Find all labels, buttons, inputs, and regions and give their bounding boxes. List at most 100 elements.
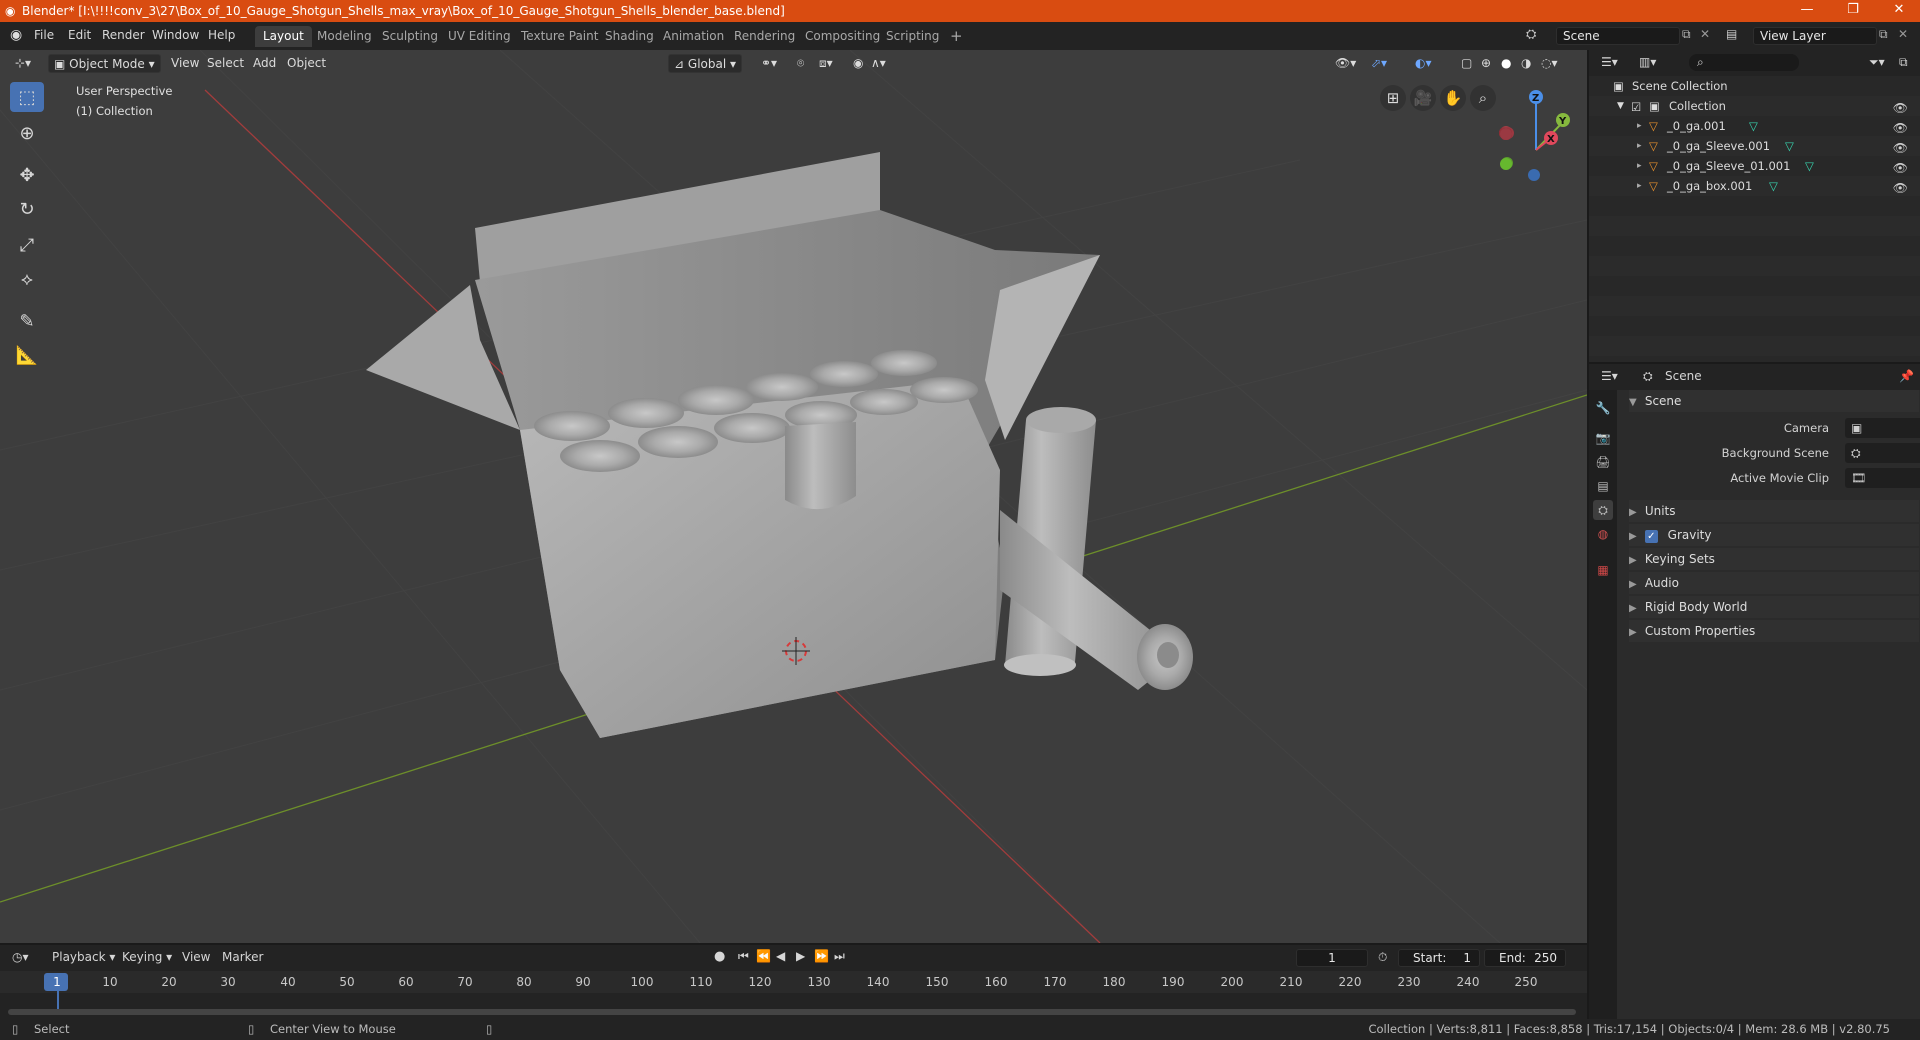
eye-icon[interactable]: 👁 — [1893, 98, 1908, 118]
outliner-item[interactable]: ▸ ▽ _0_ga_box.001 ▽ 👁 — [1589, 176, 1920, 196]
timeline-menu-view[interactable]: View — [182, 950, 210, 964]
new-view-layer-icon[interactable]: ⧉ — [1879, 27, 1888, 42]
xray-toggle-icon[interactable]: ▢ — [1456, 54, 1477, 73]
tab-sculpting[interactable]: Sculpting — [374, 26, 446, 47]
outliner-editor-icon[interactable]: ☰▾ — [1601, 55, 1618, 69]
tab-shading[interactable]: Shading — [597, 26, 662, 47]
jump-keyframe-forward-icon[interactable]: ⏩ — [814, 949, 829, 963]
falloff-icon[interactable]: ∧▾ — [866, 54, 891, 73]
units-panel-header[interactable]: ▶ Units — [1629, 500, 1919, 522]
material-shading-icon[interactable]: ◑ — [1516, 54, 1536, 73]
menu-file[interactable]: File — [34, 28, 54, 42]
outliner-item[interactable]: ▸ ▽ _0_ga.001 ▽ 👁 — [1589, 116, 1920, 136]
measure-tool[interactable]: 📐 — [10, 340, 44, 370]
scene-selector-icon[interactable]: ⛭ — [1526, 27, 1536, 42]
annotate-tool[interactable]: ✎ — [10, 306, 44, 336]
toggle-camera-ortho-button[interactable]: ⊞ — [1380, 85, 1406, 111]
expand-arrow-icon[interactable]: ▸ — [1637, 156, 1642, 176]
tool-tab-icon[interactable]: 🔧 — [1593, 398, 1613, 418]
overlays-toggle-icon[interactable]: ◐▾ — [1410, 54, 1437, 73]
gizmo-toggle-icon[interactable]: ⬀▾ — [1366, 54, 1392, 73]
viewport-menu-select[interactable]: Select — [202, 54, 249, 73]
record-icon[interactable]: ● — [714, 949, 725, 964]
new-collection-icon[interactable]: ⧉ — [1899, 55, 1908, 70]
current-frame-field[interactable]: 1 — [1296, 949, 1368, 967]
zoom-view-button[interactable]: ⌕ — [1470, 85, 1496, 111]
tab-modeling[interactable]: Modeling — [309, 26, 380, 47]
solid-shading-icon[interactable]: ● — [1496, 54, 1516, 73]
render-tab-icon[interactable]: 📷 — [1593, 428, 1613, 448]
menu-help[interactable]: Help — [208, 28, 235, 42]
viewport-menu-add[interactable]: Add — [248, 54, 281, 73]
view-layer-icon[interactable]: ▤ — [1726, 27, 1737, 41]
new-scene-icon[interactable]: ⧉ — [1682, 27, 1691, 42]
outliner-item[interactable]: ▸ ▽ _0_ga_Sleeve.001 ▽ 👁 — [1589, 136, 1920, 156]
stopwatch-icon[interactable]: ⏱ — [1378, 950, 1387, 965]
gravity-checkbox[interactable]: ✓ — [1644, 530, 1658, 543]
play-icon[interactable]: ▶ — [796, 949, 805, 963]
tab-texture-paint[interactable]: Texture Paint — [513, 26, 606, 47]
visibility-icon[interactable]: 👁▾ — [1330, 54, 1361, 73]
cursor-tool[interactable]: ⊕ — [10, 118, 44, 148]
transform-orientation-dropdown[interactable]: ⊿ Global ▾ — [668, 54, 743, 73]
output-tab-icon[interactable]: 🖨 — [1593, 452, 1613, 472]
collection-checkbox[interactable]: ☑ — [1631, 97, 1641, 117]
maximize-button[interactable]: ❐ — [1830, 0, 1876, 22]
snap-icon[interactable]: ⌾ — [792, 54, 809, 73]
rigid-body-world-panel-header[interactable]: ▶ Rigid Body World — [1629, 596, 1919, 618]
snap-target-icon[interactable]: ⧈▾ — [814, 54, 838, 73]
tab-uv-editing[interactable]: UV Editing — [440, 26, 519, 47]
scene-name-field[interactable]: Scene — [1556, 27, 1680, 45]
filter-icon[interactable]: ⏷▾ — [1869, 55, 1885, 70]
camera-field[interactable]: ▣✒ — [1845, 418, 1920, 438]
background-scene-field[interactable]: ⛭ — [1845, 443, 1920, 463]
properties-editor-icon[interactable]: ☰▾ — [1601, 369, 1618, 383]
eye-icon[interactable]: 👁 — [1893, 178, 1908, 198]
eye-icon[interactable]: 👁 — [1893, 158, 1908, 178]
navigation-gizmo[interactable]: Y Z X — [1499, 90, 1570, 181]
menu-edit[interactable]: Edit — [68, 28, 91, 42]
jump-start-icon[interactable]: ⏮ — [738, 949, 749, 964]
rendered-shading-icon[interactable]: ◌▾ — [1536, 54, 1563, 73]
editor-type-icon[interactable]: ⊹▾ — [10, 54, 36, 73]
timeline-menu-marker[interactable]: Marker — [222, 950, 263, 964]
tab-compositing[interactable]: Compositing — [797, 26, 888, 47]
transform-tool[interactable]: ⟡ — [10, 264, 44, 294]
world-tab-icon[interactable]: ◍ — [1593, 524, 1613, 544]
scale-tool[interactable]: ⤢ — [10, 230, 44, 260]
start-frame-field[interactable]: Start: 1 — [1398, 949, 1480, 967]
wireframe-shading-icon[interactable]: ⊕ — [1476, 54, 1496, 73]
audio-panel-header[interactable]: ▶ Audio — [1629, 572, 1919, 594]
rotate-tool[interactable]: ↻ — [10, 194, 44, 224]
custom-properties-panel-header[interactable]: ▶ Custom Properties — [1629, 620, 1919, 642]
texture-tab-icon[interactable]: ▦ — [1593, 560, 1613, 580]
3d-viewport[interactable]: Y Z X ⊹▾ ▣ Object Mode ▾ View Select Add… — [0, 50, 1587, 943]
play-reverse-icon[interactable]: ◀ — [776, 949, 785, 963]
tab-scripting[interactable]: Scripting — [878, 26, 947, 47]
expand-arrow-icon[interactable]: ▼ — [1617, 96, 1624, 116]
view-layer-tab-icon[interactable]: ▤ — [1593, 476, 1613, 496]
active-movie-clip-field[interactable]: 🎞 — [1845, 468, 1920, 488]
expand-arrow-icon[interactable]: ▸ — [1637, 116, 1642, 136]
select-box-tool[interactable]: ⬚ — [10, 82, 44, 112]
remove-scene-icon[interactable]: ✕ — [1700, 27, 1710, 41]
expand-arrow-icon[interactable]: ▸ — [1637, 136, 1642, 156]
scene-panel-header[interactable]: ▼ Scene — [1629, 390, 1919, 412]
outliner-search-input[interactable]: ⌕ — [1689, 54, 1799, 71]
keying-sets-panel-header[interactable]: ▶ Keying Sets — [1629, 548, 1919, 570]
jump-end-icon[interactable]: ⏭ — [834, 949, 845, 964]
pin-icon[interactable]: 📌 — [1899, 369, 1914, 383]
menu-window[interactable]: Window — [152, 28, 199, 42]
shotgun-shell-box-model[interactable] — [366, 152, 1100, 738]
expand-arrow-icon[interactable]: ▸ — [1637, 176, 1642, 196]
pan-view-button[interactable]: ✋ — [1440, 85, 1466, 111]
timeline-editor-icon[interactable]: ◷▾ — [12, 950, 29, 964]
timeline-menu-keying[interactable]: Keying ▾ — [122, 950, 172, 964]
outliner-collection[interactable]: ▼ ☑ ▣ Collection 👁 — [1589, 96, 1920, 116]
end-frame-field[interactable]: End: 250 — [1484, 949, 1566, 967]
pivot-point-icon[interactable]: ⚭▾ — [756, 54, 782, 73]
eye-icon[interactable]: 👁 — [1893, 118, 1908, 138]
jump-keyframe-back-icon[interactable]: ⏪ — [756, 949, 771, 963]
add-workspace-icon[interactable]: + — [942, 26, 971, 47]
blender-menu-icon[interactable]: ◉ — [10, 27, 22, 43]
